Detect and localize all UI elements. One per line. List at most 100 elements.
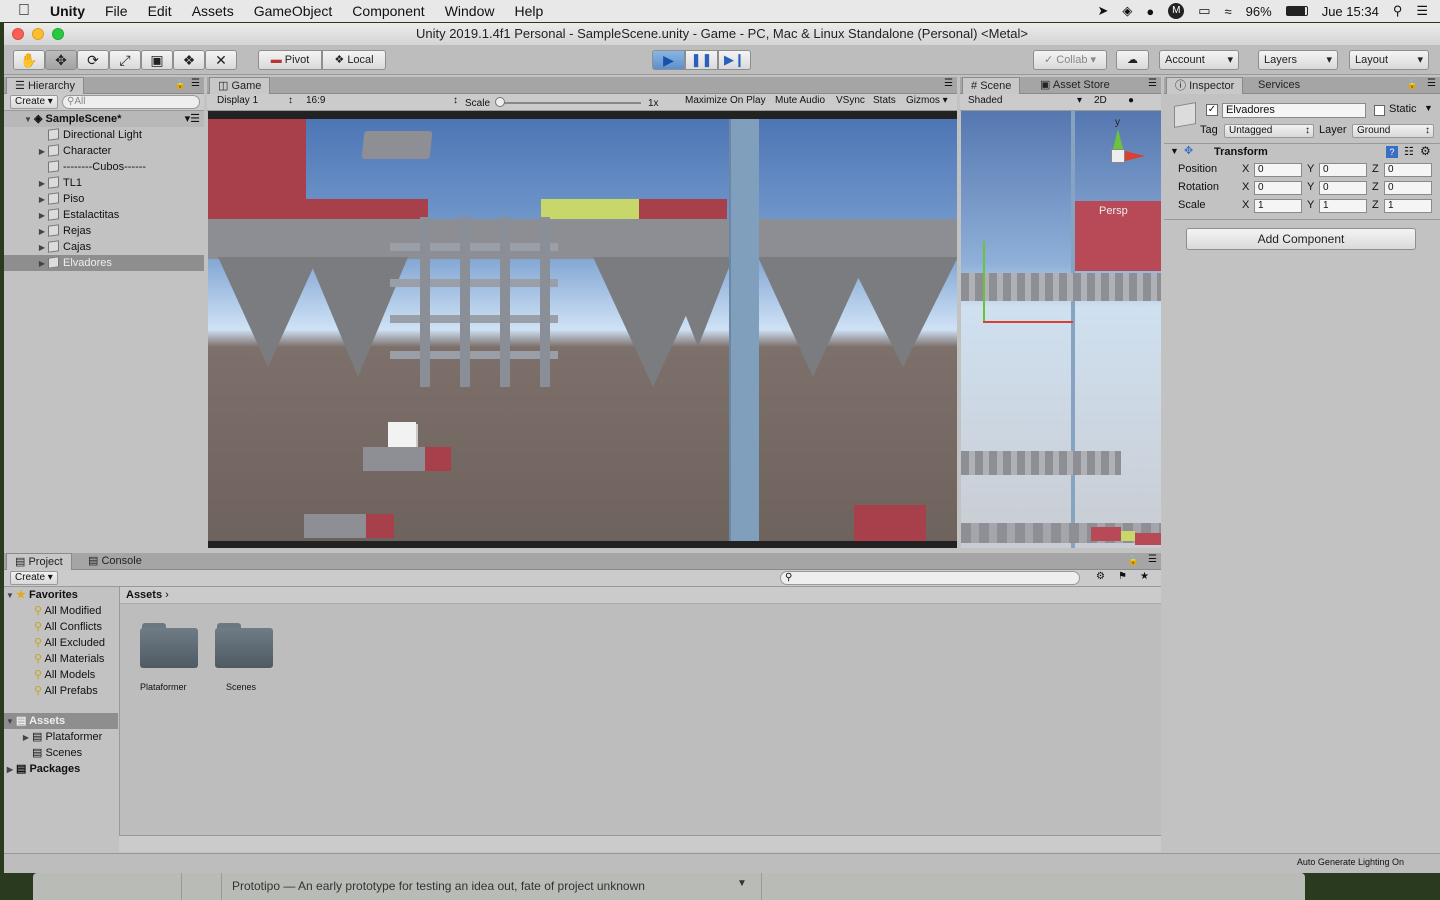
clock[interactable]: Jue 15:34 [1322, 4, 1379, 19]
expand-arrow-icon[interactable]: ▶ [36, 256, 48, 272]
local-toggle[interactable]: ❖ Local [322, 50, 386, 70]
active-checkbox[interactable]: ✓ [1206, 104, 1218, 116]
maximize-on-play-button[interactable]: Maximize On Play [681, 95, 770, 109]
persp-label[interactable]: Persp [1099, 205, 1128, 217]
preset-icon[interactable]: ☷ [1404, 145, 1414, 158]
aspect-dropdown[interactable]: 16:9 ↕ [302, 95, 460, 109]
panel-menu-icon[interactable]: ☰ [1148, 554, 1157, 565]
transform-tool-button[interactable]: ❖ [173, 50, 205, 70]
stats-button[interactable]: Stats [869, 95, 900, 109]
collapse-arrow-icon[interactable]: ▼ [4, 588, 16, 604]
scene-viewport[interactable]: y Persp [961, 111, 1161, 548]
object-name-field[interactable]: Elvadores [1222, 103, 1366, 118]
tab-hierarchy[interactable]: ☰ Hierarchy [6, 77, 85, 94]
position-x-field[interactable]: 0 [1254, 163, 1302, 177]
location-icon[interactable]: ➤ [1097, 3, 1108, 19]
hierarchy-item-tl1[interactable]: ▶ TL1 [4, 175, 204, 191]
spotlight-icon[interactable]: ⚲ [1393, 3, 1403, 19]
hierarchy-item-elvadores[interactable]: ▶ Elvadores [4, 255, 204, 271]
hierarchy-create-button[interactable]: Create ▾ [10, 95, 58, 109]
scene-orientation-gizmo[interactable]: y [1083, 117, 1153, 193]
menu-file[interactable]: File [95, 3, 138, 19]
tab-scene[interactable]: # Scene [962, 77, 1021, 94]
collapse-arrow-icon[interactable]: ▼ [22, 112, 34, 128]
menu-app[interactable]: Unity [40, 3, 95, 19]
expand-arrow-icon[interactable]: ▶ [36, 144, 48, 160]
favorite-star-icon[interactable]: ★ [1136, 571, 1153, 585]
expand-arrow-icon[interactable]: ▶ [4, 762, 16, 778]
tab-asset-store[interactable]: ▣ Asset Store [1032, 77, 1118, 94]
rotation-z-field[interactable]: 0 [1384, 181, 1432, 195]
menu-edit[interactable]: Edit [138, 3, 182, 19]
close-window-button[interactable] [12, 28, 24, 40]
lock-icon[interactable]: 🔒 [1407, 79, 1418, 90]
scene-row[interactable]: ▼ ◈ SampleScene* ▾☰ [4, 111, 204, 127]
hierarchy-item-cubos[interactable]: --------Cubos------ [4, 159, 204, 175]
help-icon[interactable]: ? [1386, 146, 1398, 158]
wifi-icon[interactable]: ≈ [1225, 4, 1232, 19]
expand-arrow-icon[interactable]: ▶ [20, 730, 32, 746]
scale-slider[interactable] [497, 102, 641, 104]
unity-status-icon[interactable]: ◈ [1122, 3, 1132, 19]
folder-scenes-label[interactable]: Scenes [226, 682, 256, 692]
hierarchy-item-estalactitas[interactable]: ▶ Estalactitas [4, 207, 204, 223]
m-app-icon[interactable]: M [1168, 3, 1185, 19]
expand-arrow-icon[interactable]: ▶ [36, 176, 48, 192]
assets-folder-scenes[interactable]: ▤ Scenes [4, 745, 118, 761]
menu-window[interactable]: Window [435, 3, 505, 19]
favorite-all-conflicts[interactable]: ⚲ All Conflicts [4, 619, 118, 635]
hierarchy-search-input[interactable]: ⚲All [62, 95, 200, 109]
chevron-down-icon[interactable]: ▼ [737, 878, 747, 889]
menu-gameobject[interactable]: GameObject [244, 3, 343, 19]
scale-slider-thumb[interactable] [495, 97, 505, 107]
gizmos-button[interactable]: Gizmos ▾ [902, 95, 952, 109]
scene-menu-icon[interactable]: ▾☰ [185, 111, 200, 127]
expand-arrow-icon[interactable]: ▶ [36, 240, 48, 256]
rotation-y-field[interactable]: 0 [1319, 181, 1367, 195]
layer-dropdown[interactable]: Ground ↕ [1352, 124, 1434, 138]
layers-dropdown[interactable]: Layers ▾ [1258, 50, 1338, 70]
airplay-icon[interactable]: ▭ [1198, 3, 1210, 19]
collab-dropdown[interactable]: ✓ Collab ▾ [1033, 50, 1107, 70]
pivot-toggle[interactable]: ▬ Pivot [258, 50, 322, 70]
pause-button[interactable]: ❚❚ [685, 50, 718, 70]
game-viewport[interactable] [208, 111, 957, 548]
step-button[interactable]: ▶❙ [718, 50, 751, 70]
static-checkbox[interactable] [1374, 105, 1385, 116]
assets-folder-plataformer[interactable]: ▶ ▤ Plataformer [4, 729, 118, 745]
panel-menu-icon[interactable]: ☰ [944, 78, 953, 89]
move-gizmo-y-arrow[interactable] [983, 241, 985, 321]
favorite-all-excluded[interactable]: ⚲ All Excluded [4, 635, 118, 651]
breadcrumb-assets[interactable]: Assets [126, 589, 162, 601]
folder-plataformer[interactable] [140, 623, 198, 669]
collapse-arrow-icon[interactable]: ▼ [1170, 146, 1179, 156]
lock-icon[interactable]: 🔒 [175, 79, 186, 90]
filter-by-label-icon[interactable]: ⚑ [1114, 571, 1131, 585]
project-search-input[interactable]: ⚲ [780, 571, 1080, 585]
cloud-button[interactable]: ☁ [1116, 50, 1149, 70]
favorite-all-prefabs[interactable]: ⚲ All Prefabs [4, 683, 118, 699]
notification-center-icon[interactable]: ☰ [1416, 3, 1428, 19]
panel-menu-icon[interactable]: ☰ [1148, 78, 1157, 89]
creative-cloud-icon[interactable]: ● [1146, 4, 1154, 19]
hierarchy-item-cajas[interactable]: ▶ Cajas [4, 239, 204, 255]
folder-scenes[interactable] [215, 623, 273, 669]
move-tool-button[interactable]: ✥ [45, 50, 77, 70]
tab-project[interactable]: ▤ Project [6, 553, 72, 570]
favorite-all-modified[interactable]: ⚲ All Modified [4, 603, 118, 619]
scale-x-field[interactable]: 1 [1254, 199, 1302, 213]
hierarchy-item-rejas[interactable]: ▶ Rejas [4, 223, 204, 239]
packages-row[interactable]: ▶ ▤ Packages [4, 761, 118, 777]
layout-dropdown[interactable]: Layout ▾ [1349, 50, 1429, 70]
filter-by-type-icon[interactable]: ⚙ [1092, 571, 1109, 585]
collapse-arrow-icon[interactable]: ▼ [4, 714, 16, 730]
account-dropdown[interactable]: Account ▾ [1159, 50, 1239, 70]
project-create-button[interactable]: Create ▾ [10, 571, 58, 585]
zoom-window-button[interactable] [52, 28, 64, 40]
hand-tool-button[interactable]: ✋ [13, 50, 45, 70]
add-component-button[interactable]: Add Component [1186, 228, 1416, 250]
hierarchy-item-directional-light[interactable]: Directional Light [4, 127, 204, 143]
play-button[interactable]: ▶ [652, 50, 685, 70]
favorite-all-materials[interactable]: ⚲ All Materials [4, 651, 118, 667]
menu-help[interactable]: Help [504, 3, 553, 19]
